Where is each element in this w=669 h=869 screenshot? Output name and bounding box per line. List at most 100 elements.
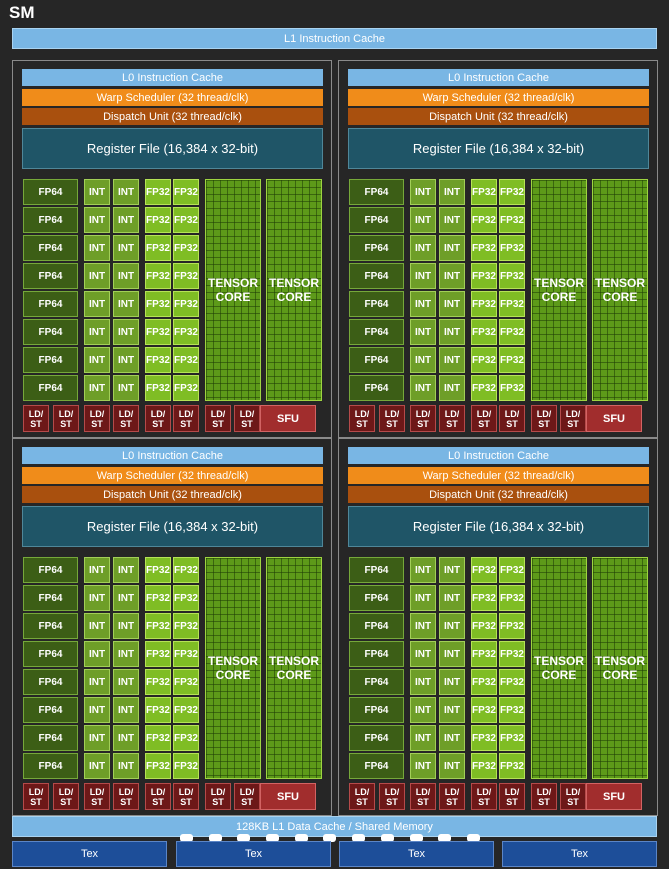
fp32-unit: FP32 xyxy=(145,585,171,611)
fp32-unit: FP32 xyxy=(173,179,199,205)
int-unit: INT xyxy=(113,753,139,779)
fp64-unit: FP64 xyxy=(349,613,404,639)
ldst-unit: LD/ST xyxy=(113,405,139,432)
int-unit: INT xyxy=(84,753,110,779)
ldst-unit: LD/ST xyxy=(23,405,49,432)
ldst-unit: LD/ST xyxy=(205,405,231,432)
l0-instruction-cache: L0 Instruction Cache xyxy=(22,447,323,464)
fp64-unit: FP64 xyxy=(23,641,78,667)
fp64-unit: FP64 xyxy=(23,753,78,779)
int-unit: INT xyxy=(84,557,110,583)
fp64-unit: FP64 xyxy=(349,179,404,205)
fp32-unit: FP32 xyxy=(471,235,497,261)
fp32-unit: FP32 xyxy=(145,669,171,695)
fp64-unit: FP64 xyxy=(23,319,78,345)
fp64-unit: FP64 xyxy=(349,235,404,261)
int-unit: INT xyxy=(439,263,465,289)
tex-unit-4: Tex xyxy=(502,841,657,867)
ldst-unit: LD/ST xyxy=(113,783,139,810)
int-unit: INT xyxy=(439,319,465,345)
int-unit: INT xyxy=(439,641,465,667)
fp64-unit: FP64 xyxy=(349,641,404,667)
processing-block-2: L0 Instruction Cache Warp Scheduler (32 t… xyxy=(338,60,658,438)
fp64-unit: FP64 xyxy=(349,375,404,401)
int-unit: INT xyxy=(84,641,110,667)
register-file: Register File (16,384 x 32-bit) xyxy=(22,506,323,547)
fp32-unit: FP32 xyxy=(173,235,199,261)
fp32-unit: FP32 xyxy=(173,641,199,667)
fp32-unit: FP32 xyxy=(471,669,497,695)
int-unit: INT xyxy=(439,585,465,611)
int-unit: INT xyxy=(84,207,110,233)
int-unit: INT xyxy=(410,725,436,751)
ldst-unit: LD/ST xyxy=(471,405,497,432)
fp32-unit: FP32 xyxy=(145,291,171,317)
dispatch-unit: Dispatch Unit (32 thread/clk) xyxy=(22,108,323,125)
tensor-core: TENSOR CORE xyxy=(266,179,322,401)
warp-scheduler: Warp Scheduler (32 thread/clk) xyxy=(348,89,649,106)
tex-unit-3: Tex xyxy=(339,841,494,867)
int-unit: INT xyxy=(113,291,139,317)
int-unit: INT xyxy=(410,263,436,289)
int-unit: INT xyxy=(439,725,465,751)
ldst-unit: LD/ST xyxy=(234,783,260,810)
fp64-unit: FP64 xyxy=(349,557,404,583)
fp32-unit: FP32 xyxy=(471,697,497,723)
fp32-unit: FP32 xyxy=(145,557,171,583)
fp64-unit: FP64 xyxy=(349,207,404,233)
ldst-unit: LD/ST xyxy=(439,405,465,432)
fp32-unit: FP32 xyxy=(499,179,525,205)
ldst-unit: LD/ST xyxy=(205,783,231,810)
int-unit: INT xyxy=(113,641,139,667)
fp64-unit: FP64 xyxy=(349,585,404,611)
fp64-unit: FP64 xyxy=(349,725,404,751)
fp32-unit: FP32 xyxy=(499,725,525,751)
int-unit: INT xyxy=(439,753,465,779)
tensor-core: TENSOR CORE xyxy=(531,179,587,401)
int-unit: INT xyxy=(439,697,465,723)
ldst-unit: LD/ST xyxy=(531,405,557,432)
streaming-multiprocessor: SM L1 Instruction Cache L0 Instruction C… xyxy=(0,0,669,869)
fp32-unit: FP32 xyxy=(499,585,525,611)
fp64-unit: FP64 xyxy=(23,263,78,289)
int-unit: INT xyxy=(439,375,465,401)
fp64-unit: FP64 xyxy=(349,753,404,779)
ldst-unit: LD/ST xyxy=(349,783,375,810)
fp32-unit: FP32 xyxy=(499,235,525,261)
fp32-unit: FP32 xyxy=(145,753,171,779)
int-unit: INT xyxy=(439,557,465,583)
int-unit: INT xyxy=(439,207,465,233)
ldst-unit: LD/ST xyxy=(84,783,110,810)
fp32-unit: FP32 xyxy=(145,263,171,289)
ldst-unit: LD/ST xyxy=(499,783,525,810)
fp32-unit: FP32 xyxy=(499,669,525,695)
warp-scheduler: Warp Scheduler (32 thread/clk) xyxy=(22,467,323,484)
fp32-unit: FP32 xyxy=(499,207,525,233)
fp64-unit: FP64 xyxy=(23,375,78,401)
fp32-unit: FP32 xyxy=(145,347,171,373)
fp32-unit: FP32 xyxy=(145,375,171,401)
fp32-unit: FP32 xyxy=(471,753,497,779)
ldst-unit: LD/ST xyxy=(349,405,375,432)
int-unit: INT xyxy=(113,375,139,401)
int-unit: INT xyxy=(410,753,436,779)
fp32-unit: FP32 xyxy=(145,179,171,205)
fp32-unit: FP32 xyxy=(145,697,171,723)
ldst-unit: LD/ST xyxy=(84,405,110,432)
fp32-unit: FP32 xyxy=(145,641,171,667)
register-file: Register File (16,384 x 32-bit) xyxy=(348,128,649,169)
fp32-unit: FP32 xyxy=(471,207,497,233)
fp32-unit: FP32 xyxy=(173,613,199,639)
fp32-unit: FP32 xyxy=(145,319,171,345)
fp32-unit: FP32 xyxy=(499,319,525,345)
int-unit: INT xyxy=(113,697,139,723)
fp64-unit: FP64 xyxy=(23,725,78,751)
ldst-unit: LD/ST xyxy=(145,783,171,810)
int-unit: INT xyxy=(439,291,465,317)
fp64-unit: FP64 xyxy=(23,557,78,583)
int-unit: INT xyxy=(113,585,139,611)
tex-unit-2: Tex xyxy=(176,841,331,867)
int-unit: INT xyxy=(113,347,139,373)
processing-block-4: L0 Instruction Cache Warp Scheduler (32 t… xyxy=(338,438,658,816)
fp32-unit: FP32 xyxy=(145,613,171,639)
